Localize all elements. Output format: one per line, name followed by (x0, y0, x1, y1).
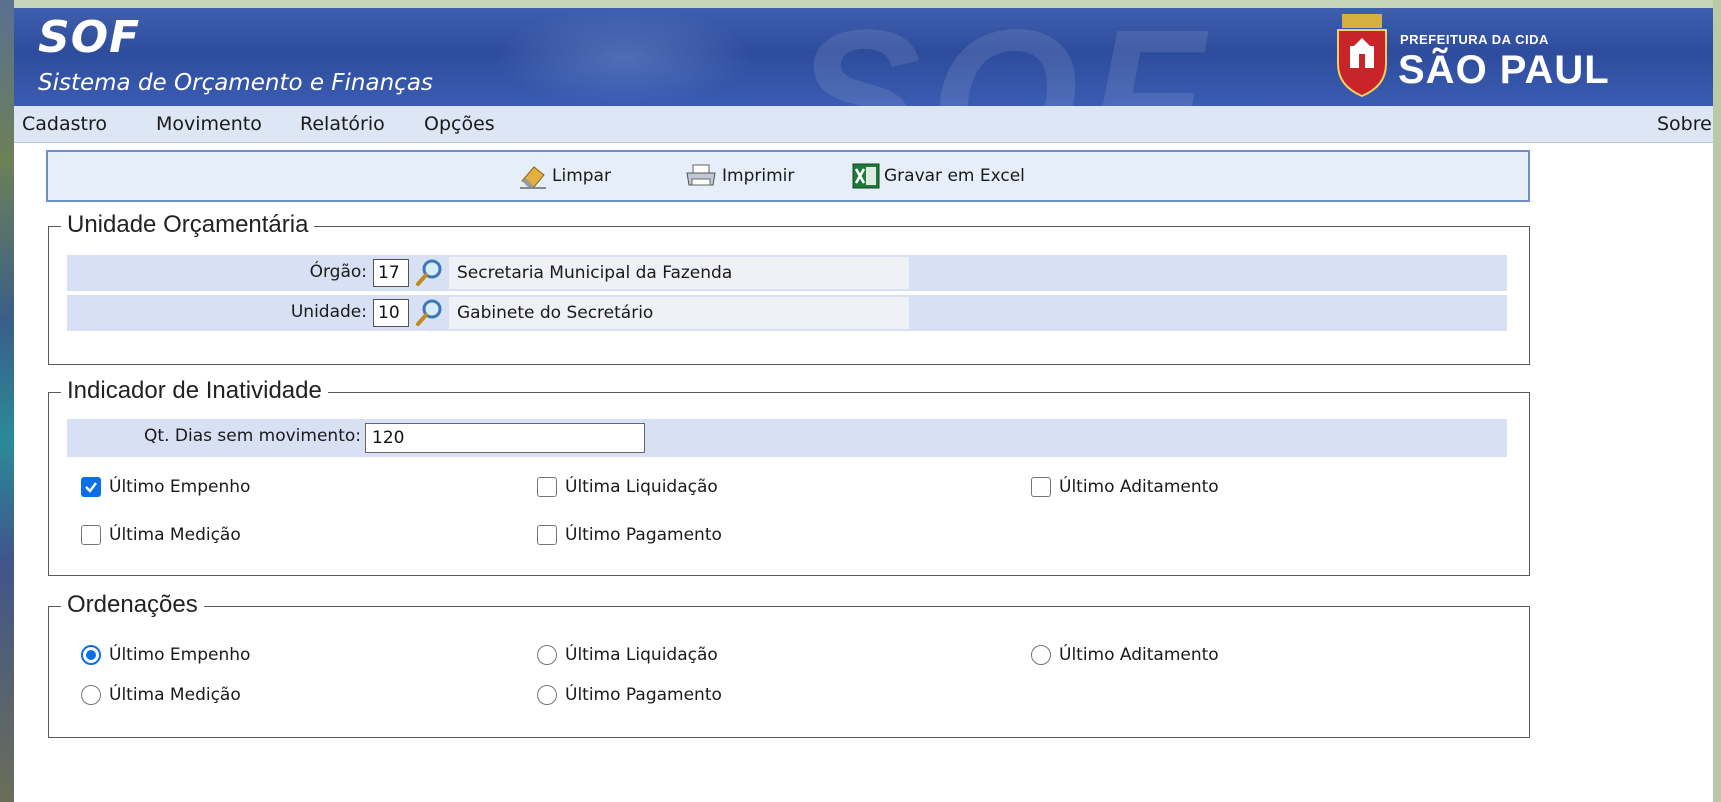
orgao-row: Órgão: 17 Secretaria Municipal da Fazend… (67, 255, 1507, 291)
radio-button[interactable] (1031, 645, 1051, 665)
radio-label: Última Liquidação (565, 645, 718, 665)
banner-glow (494, 8, 754, 106)
dias-label: Qt. Dias sem movimento: (144, 426, 361, 446)
ordenacoes-group: Ordenações Último Empenho Última Liquida… (48, 590, 1530, 738)
print-label: Imprimir (722, 166, 795, 186)
print-button[interactable]: Imprimir (684, 162, 794, 190)
magnifier-icon (416, 259, 442, 286)
radio-label: Último Aditamento (1059, 645, 1219, 665)
menu-cadastro[interactable]: Cadastro (22, 113, 107, 135)
app-subtitle: Sistema de Orçamento e Finanças (38, 70, 433, 96)
orgao-name-field: Secretaria Municipal da Fazenda (449, 257, 909, 289)
orgao-code-input[interactable]: 17 (373, 259, 409, 287)
menu-opcoes[interactable]: Opções (424, 113, 495, 135)
radio-button[interactable] (81, 685, 101, 705)
radio-ultimo-empenho[interactable]: Último Empenho (81, 645, 250, 665)
dias-row: Qt. Dias sem movimento: 120 (67, 419, 1507, 457)
unidade-legend: Unidade Orçamentária (61, 210, 315, 240)
banner-watermark: SOF (794, 8, 1215, 106)
unidade-orcamentaria-group: Unidade Orçamentária Órgão: 17 Secretari… (48, 210, 1530, 365)
checkbox-box[interactable] (537, 525, 557, 545)
logo-city-name: SÃO PAUL (1398, 48, 1610, 92)
dias-input[interactable]: 120 (365, 423, 645, 453)
unidade-row: Unidade: 10 Gabinete do Secretário (67, 295, 1507, 331)
magnifier-icon (416, 299, 442, 326)
check-icon (85, 482, 97, 493)
radio-ultimo-pagamento[interactable]: Último Pagamento (537, 685, 722, 705)
checkbox-box[interactable] (81, 477, 101, 497)
radio-label: Última Medição (109, 685, 241, 705)
unidade-code-input[interactable]: 10 (373, 299, 409, 327)
checkbox-box[interactable] (81, 525, 101, 545)
indicador-inatividade-group: Indicador de Inatividade Qt. Dias sem mo… (48, 376, 1530, 576)
desktop-background-left (0, 0, 14, 802)
unidade-label: Unidade: (290, 302, 367, 322)
checkbox-box[interactable] (537, 477, 557, 497)
unidade-search-button[interactable] (413, 297, 445, 329)
city-crest-icon (1337, 14, 1387, 98)
printer-icon (686, 164, 716, 186)
radio-label: Último Pagamento (565, 685, 722, 705)
menu-bar: Cadastro Movimento Relatório Opções Sobr… (14, 106, 1713, 143)
radio-button[interactable] (537, 685, 557, 705)
menu-sobre[interactable]: Sobre (1657, 113, 1712, 135)
checkbox-ultimo-empenho[interactable]: Último Empenho (81, 477, 250, 497)
checkbox-ultima-medicao[interactable]: Última Medição (81, 525, 241, 545)
header-banner: SOF SOF Sistema de Orçamento e Finanças … (14, 8, 1713, 106)
checkbox-label: Último Pagamento (565, 525, 722, 545)
eraser-icon (520, 166, 546, 189)
orgao-search-button[interactable] (413, 257, 445, 289)
checkbox-label: Última Medição (109, 525, 241, 545)
clear-label: Limpar (552, 166, 611, 186)
logo-caption: PREFEITURA DA CIDA (1400, 32, 1549, 47)
checkbox-ultimo-aditamento[interactable]: Último Aditamento (1031, 477, 1219, 497)
checkbox-label: Último Empenho (109, 477, 251, 497)
desktop-background-right (1713, 0, 1721, 802)
radio-ultima-liquidacao[interactable]: Última Liquidação (537, 645, 718, 665)
radio-button[interactable] (537, 645, 557, 665)
ordenacoes-legend: Ordenações (61, 590, 204, 620)
clear-button[interactable]: Limpar (518, 162, 611, 190)
prefeitura-logo[interactable]: PREFEITURA DA CIDA SÃO PAUL (1332, 10, 1713, 102)
menu-movimento[interactable]: Movimento (156, 113, 262, 135)
export-excel-button[interactable]: Gravar em Excel (852, 162, 1025, 190)
checkbox-box[interactable] (1031, 477, 1051, 497)
radio-label: Último Empenho (109, 645, 251, 665)
radio-ultimo-aditamento[interactable]: Último Aditamento (1031, 645, 1219, 665)
radio-ultima-medicao[interactable]: Última Medição (81, 685, 241, 705)
menu-relatorio[interactable]: Relatório (300, 113, 385, 135)
orgao-label: Órgão: (309, 262, 367, 282)
checkbox-label: Última Liquidação (565, 477, 718, 497)
unidade-name-field: Gabinete do Secretário (449, 297, 909, 329)
inatividade-legend: Indicador de Inatividade (61, 376, 328, 406)
app-title: SOF (38, 12, 141, 63)
excel-icon (852, 163, 880, 189)
checkbox-ultima-liquidacao[interactable]: Última Liquidação (537, 477, 718, 497)
app-window: SOF SOF Sistema de Orçamento e Finanças … (14, 8, 1713, 802)
checkbox-label: Último Aditamento (1059, 477, 1219, 497)
radio-button[interactable] (81, 645, 101, 665)
excel-label: Gravar em Excel (884, 166, 1025, 186)
checkbox-ultimo-pagamento[interactable]: Último Pagamento (537, 525, 722, 545)
toolbar: Limpar Imprimir Gravar em Excel (46, 150, 1530, 202)
